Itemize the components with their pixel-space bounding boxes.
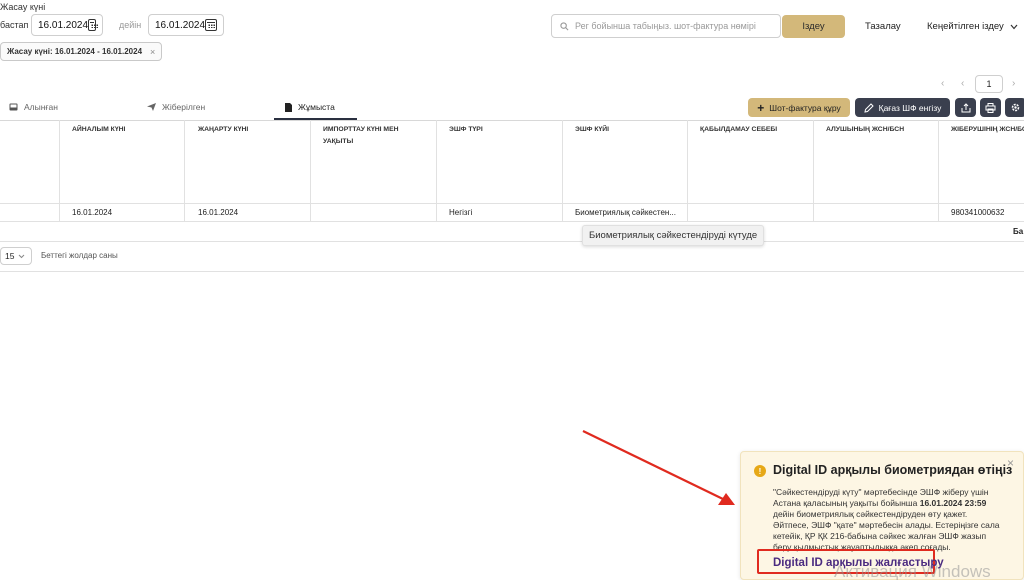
- footer-border: [0, 271, 1024, 272]
- date-filter-label: Жасау күні: [0, 2, 46, 12]
- date-to-value: 16.01.2024: [155, 19, 206, 31]
- inbox-icon: [9, 103, 18, 111]
- cell-invoice-status[interactable]: Биометриялық сәйкестен...: [575, 208, 676, 217]
- header-import-datetime[interactable]: ИМПОРТТАУ КҮНІ МЕН УАҚЫТЫ: [323, 124, 423, 148]
- tab-received[interactable]: Алынған: [9, 102, 58, 112]
- notification-body: "Сәйкестендіруді күту" мәртебесінде ЭШФ …: [773, 487, 1023, 553]
- header-invoice-status[interactable]: ЭШФ КҮЙІ: [575, 124, 680, 136]
- header-turnover-date[interactable]: АЙНАЛЫМ КҮНІ: [72, 124, 177, 136]
- notification-line: кетейік, ҚР ҚК 216-бабына сәйкес жалған …: [773, 531, 987, 541]
- paper-invoice-button[interactable]: Қағаз ШФ енгізу: [855, 98, 950, 117]
- header-invoice-type[interactable]: ЭШФ ТҮРІ: [449, 124, 554, 136]
- overflow-cell: Ба: [1013, 227, 1024, 236]
- header-sender-id[interactable]: ЖІБЕРУШІНІҢ ЖСН/БСН: [951, 124, 1024, 136]
- cell-turnover-date: 16.01.2024: [72, 208, 113, 217]
- notification-line: "Сәйкестендіруді күту" мәртебесінде ЭШФ …: [773, 487, 989, 497]
- col-divider: [184, 120, 185, 221]
- deadline-prefix: Астана қаласының уақыты бойынша: [773, 498, 920, 508]
- printer-icon: [985, 102, 996, 113]
- tab-in-progress[interactable]: Жұмыста: [285, 102, 335, 112]
- col-divider: [310, 120, 311, 221]
- rows-per-page-select[interactable]: 15: [0, 247, 32, 265]
- page-number-input[interactable]: 1: [975, 75, 1003, 93]
- document-icon: [285, 102, 292, 112]
- send-icon: [147, 103, 156, 111]
- calendar-icon[interactable]: [88, 19, 98, 31]
- header-update-date[interactable]: ЖАҢАРТУ КҮНІ: [198, 124, 303, 136]
- gear-icon: [1011, 103, 1020, 112]
- advanced-search-button[interactable]: Кеңейтілген іздеу: [927, 21, 1018, 32]
- close-icon[interactable]: ×: [150, 47, 155, 57]
- table-row-border: [0, 221, 1024, 222]
- create-invoice-button[interactable]: + Шот-фактура құру: [748, 98, 850, 117]
- notification-title: Digital ID арқылы биометриядан өтіңіз: [773, 463, 1013, 477]
- first-page-icon[interactable]: ‹: [941, 78, 944, 89]
- notification-line-deadline: Астана қаласының уақыты бойынша 16.01.20…: [773, 498, 1023, 509]
- col-divider: [562, 120, 563, 221]
- cell-update-date: 16.01.2024: [198, 208, 239, 217]
- tab-sent[interactable]: Жіберілген: [147, 102, 205, 112]
- notification-line: дейін биометриялық сәйкестендіруден өту …: [773, 509, 968, 519]
- cell-invoice-type: Негізгі: [449, 208, 473, 217]
- date-to-field[interactable]: 16.01.2024: [148, 14, 224, 36]
- active-filter-chip: Жасау күні: 16.01.2024 - 16.01.2024 ×: [0, 42, 163, 61]
- tab-received-label: Алынған: [24, 102, 58, 112]
- create-invoice-label: Шот-фактура құру: [769, 102, 841, 113]
- print-button[interactable]: [980, 98, 1001, 117]
- col-divider: [938, 120, 939, 221]
- col-divider: [813, 120, 814, 221]
- cell-sender-id: 980341000632: [951, 208, 1005, 217]
- to-label: дейін: [119, 20, 142, 30]
- col-divider: [59, 120, 60, 221]
- table-header-border: [0, 203, 1024, 204]
- table-footer-border: [0, 241, 1024, 242]
- col-divider: [687, 120, 688, 221]
- header-rejection-reason[interactable]: ҚАБЫЛДАМАУ СЕБЕБІ: [700, 124, 805, 136]
- date-from-value: 16.01.2024: [38, 19, 89, 31]
- header-recipient-id[interactable]: АЛУШЫНЫҢ ЖСН/БСН: [826, 124, 931, 136]
- close-icon[interactable]: ×: [1007, 456, 1014, 470]
- windows-activation-watermark: Активация Windows: [834, 562, 991, 580]
- tab-sent-label: Жіберілген: [162, 102, 206, 112]
- settings-button[interactable]: [1005, 98, 1024, 117]
- upload-icon: [961, 102, 970, 112]
- active-filter-text: Жасау күні: 16.01.2024 - 16.01.2024: [7, 47, 143, 56]
- biometric-notification: ! Digital ID арқылы биометриядан өтіңіз …: [740, 451, 1024, 580]
- annotation-arrow: [582, 430, 735, 505]
- search-placeholder: Рег бойынша табыңыз. шот-фактура нөмірі: [575, 21, 756, 31]
- tab-in-progress-label: Жұмыста: [298, 102, 335, 112]
- info-icon: !: [754, 465, 766, 477]
- table-top-border: [0, 120, 1024, 121]
- chevron-down-icon: [19, 254, 25, 258]
- date-from-field[interactable]: 16.01.2024: [31, 14, 103, 36]
- clear-button[interactable]: Тазалау: [865, 21, 901, 32]
- rows-per-page-label: Беттегі жолдар саны: [41, 251, 118, 260]
- next-page-icon[interactable]: ›: [1012, 78, 1015, 89]
- prev-page-icon[interactable]: ‹: [961, 78, 964, 89]
- notification-line: Әйтпесе, ЭШФ "қате" мәртебесін алады. Ес…: [773, 520, 1000, 530]
- search-icon: [560, 21, 569, 30]
- calendar-icon[interactable]: [205, 19, 217, 31]
- export-button[interactable]: [955, 98, 976, 117]
- plus-icon: +: [757, 100, 765, 115]
- rows-per-page-value: 15: [5, 251, 15, 261]
- chevron-down-icon: [1010, 24, 1018, 29]
- deadline-datetime: 16.01.2024 23:59: [919, 498, 987, 508]
- search-input[interactable]: Рег бойынша табыңыз. шот-фактура нөмірі: [551, 14, 781, 38]
- status-tooltip: Биометриялық сәйкестендіруді күтуде: [582, 225, 765, 246]
- advanced-search-label: Кеңейтілген іздеу: [927, 21, 1004, 32]
- paper-invoice-label: Қағаз ШФ енгізу: [878, 102, 942, 113]
- from-label: бастап: [0, 20, 29, 30]
- pencil-icon: [863, 102, 874, 113]
- search-button[interactable]: Іздеу: [782, 15, 845, 38]
- col-divider: [436, 120, 437, 221]
